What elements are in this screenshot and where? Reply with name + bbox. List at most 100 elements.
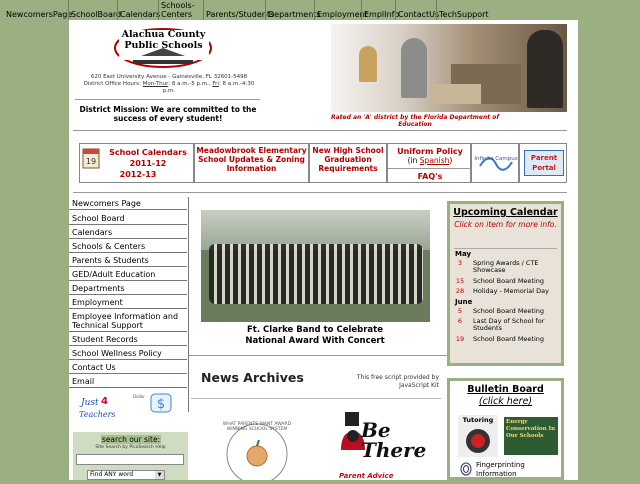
district-address: 620 East University Avenue - Gainesville…: [90, 74, 248, 80]
infinite-campus-icon: [479, 157, 513, 171]
sidebar-item-student-records[interactable]: Student Records: [69, 333, 187, 346]
energy-conservation-link[interactable]: Energy Conservation In Our Schools: [504, 417, 558, 455]
logo-line2: Public Schools: [124, 40, 203, 51]
calendar-event[interactable]: 5 School Board Meeting: [453, 308, 563, 317]
nav-emplinfo[interactable]: EmplInfo: [361, 0, 399, 20]
sidebar-item-schools-centers[interactable]: Schools & Centers: [69, 240, 187, 253]
event-title: School Board Meeting: [473, 277, 545, 285]
nav-contactus[interactable]: ContactUs: [395, 0, 439, 20]
dollar-sense-icon: $ Dollar: [133, 393, 172, 413]
calendar-subtitle: Click on item for more info.: [454, 220, 557, 229]
nav-departments[interactable]: Departments: [265, 0, 321, 20]
uniform-in-text: (in: [407, 156, 418, 165]
tutoring-label: Tutoring: [462, 416, 494, 424]
nav-employment[interactable]: Employment: [314, 0, 368, 20]
search-input[interactable]: [76, 454, 184, 465]
sidebar-item-ged[interactable]: GED/Adult Education: [69, 268, 187, 281]
nav-techsupport[interactable]: TechSupport: [436, 0, 489, 20]
faq-link[interactable]: FAQ's: [388, 172, 472, 181]
event-day: 28: [455, 287, 465, 295]
search-mode-select[interactable]: Find ANY word ▼: [87, 470, 165, 480]
calendar-year-1[interactable]: 2011-12: [102, 159, 194, 168]
feature-photo[interactable]: [201, 210, 430, 322]
nav-schoolboard[interactable]: SchoolBoard: [68, 0, 121, 20]
calendar-year-2[interactable]: 2012-13: [102, 170, 174, 179]
dollars-wise-link[interactable]: $ Dollar: [131, 392, 179, 424]
calendar-event[interactable]: 19 School Board Meeting: [453, 336, 563, 345]
svg-text:4: 4: [101, 396, 108, 407]
bulletin-board-panel: Bulletin Board (click here) Tutoring Ene…: [447, 378, 564, 480]
svg-text:Teachers: Teachers: [79, 410, 115, 419]
calendar-event[interactable]: 6 Last Day of School for Students: [453, 318, 563, 334]
search-mode-value: Find ANY word: [90, 471, 134, 478]
svg-text:Just: Just: [79, 398, 99, 408]
bulletin-click-here[interactable]: (click here): [450, 396, 561, 407]
fingerprint-icon: [460, 462, 472, 476]
mission-label: District Mission:: [79, 105, 149, 114]
sidebar-item-employee-info[interactable]: Employee Information and Technical Suppo…: [69, 310, 187, 332]
event-title: Holiday - Memorial Day: [473, 287, 549, 295]
award-text: WHAT PARENTS WANT AWARD WINNING SCHOOL S…: [222, 422, 292, 432]
tutoring-link[interactable]: Tutoring: [458, 415, 498, 457]
parent-portal-link[interactable]: Parent Portal: [519, 143, 567, 183]
upcoming-calendar-panel: Upcoming Calendar Click on item for more…: [447, 201, 564, 366]
bulletin-title[interactable]: Bulletin Board: [450, 384, 561, 395]
hours-days-1: Mon-Thur: [142, 81, 169, 87]
meadowbrook-link[interactable]: Meadowbrook Elementary School Updates & …: [194, 143, 309, 183]
calendars-title: School Calendars: [109, 148, 187, 157]
photo-student: [359, 46, 377, 82]
graduation-requirements-link[interactable]: New High School Graduation Requirements: [309, 143, 387, 183]
sidebar-item-parents-students[interactable]: Parents & Students: [69, 254, 187, 267]
photo-student-2: [527, 30, 563, 108]
page-content: Alachua County Public Schools 620 East U…: [69, 20, 578, 484]
be-there-link[interactable]: Be There Parent Advice: [339, 410, 426, 480]
sidebar-item-calendars[interactable]: Calendars: [69, 226, 187, 239]
parent-advice-text: Parent Advice: [339, 472, 394, 480]
sidebar-item-newcomers[interactable]: Newcomers Page: [69, 197, 187, 210]
event-day: 19: [455, 335, 465, 343]
photo-band-members: [209, 244, 423, 304]
search-label: search our site:: [101, 435, 161, 444]
svg-text:Dollar: Dollar: [133, 394, 145, 399]
header-photo: [331, 24, 567, 112]
fingerprinting-link[interactable]: Fingerprinting Information: [460, 461, 560, 479]
nav-newcomers[interactable]: NewcomersPage: [4, 0, 72, 20]
calendar-event[interactable]: 3 Spring Awards / CTE Showcase: [453, 260, 563, 276]
uniform-policy-box: Uniform Policy (in Spanish) FAQ's: [387, 143, 472, 183]
district-rating: Rated an 'A' district by the Florida Dep…: [331, 114, 499, 128]
what-parents-want-award[interactable]: WHAT PARENTS WANT AWARD WINNING SCHOOL S…: [219, 416, 295, 484]
office-hours: District Office Hours: Mon-Thur: 8 a.m.-…: [79, 81, 259, 95]
chevron-down-icon: ▼: [155, 471, 164, 479]
sidebar-item-school-board[interactable]: School Board: [69, 212, 187, 225]
uniform-spanish-link[interactable]: Spanish: [420, 156, 450, 165]
energy-label: Energy Conservation In Our Schools: [506, 419, 556, 439]
nav-calendars[interactable]: Calendars: [117, 0, 160, 20]
sidebar-item-email[interactable]: Email: [69, 375, 187, 388]
calendar-title[interactable]: Upcoming Calendar: [450, 207, 561, 218]
svg-text:$: $: [157, 397, 165, 412]
calendar-event[interactable]: 15 School Board Meeting: [453, 278, 563, 287]
infinite-campus-link[interactable]: Infinite Campus: [471, 143, 519, 183]
top-navigation: NewcomersPage SchoolBoard Calendars Scho…: [0, 0, 640, 20]
sidebar-item-employment[interactable]: Employment: [69, 296, 187, 309]
feature-caption[interactable]: Ft. Clarke Band to Celebrate National Aw…: [237, 325, 393, 347]
just4teachers-link[interactable]: Just 4 Teachers: [75, 394, 116, 422]
parent-portal-label: Parent Portal: [524, 150, 564, 176]
calendar-event[interactable]: 28 Holiday - Memorial Day: [453, 288, 563, 297]
event-day: 6: [457, 317, 463, 325]
uniform-close-paren: ): [449, 156, 453, 165]
school-calendars-link[interactable]: 19 School Calendars 2011-12 2012-13: [79, 143, 194, 183]
search-sublabel: Site Search by PicoSearch Help: [95, 445, 166, 450]
sidebar-item-wellness[interactable]: School Wellness Policy: [69, 347, 187, 360]
event-title: School Board Meeting: [473, 307, 545, 315]
sidebar-item-departments[interactable]: Departments: [69, 282, 187, 295]
event-day: 3: [457, 259, 463, 267]
hours-time-1: : 8 a.m.-5 p.m.,: [168, 81, 211, 87]
uniform-policy-link[interactable]: Uniform Policy: [388, 147, 472, 156]
nav-parents-students[interactable]: Parents/Students: [203, 0, 274, 20]
district-logo[interactable]: Alachua County Public Schools: [111, 26, 216, 68]
event-day: 5: [457, 307, 463, 315]
sidebar-item-contact[interactable]: Contact Us: [69, 361, 187, 374]
nav-schools-centers[interactable]: Schools- Centers: [158, 0, 202, 20]
site-search-panel: search our site: Site Search by PicoSear…: [73, 432, 188, 480]
